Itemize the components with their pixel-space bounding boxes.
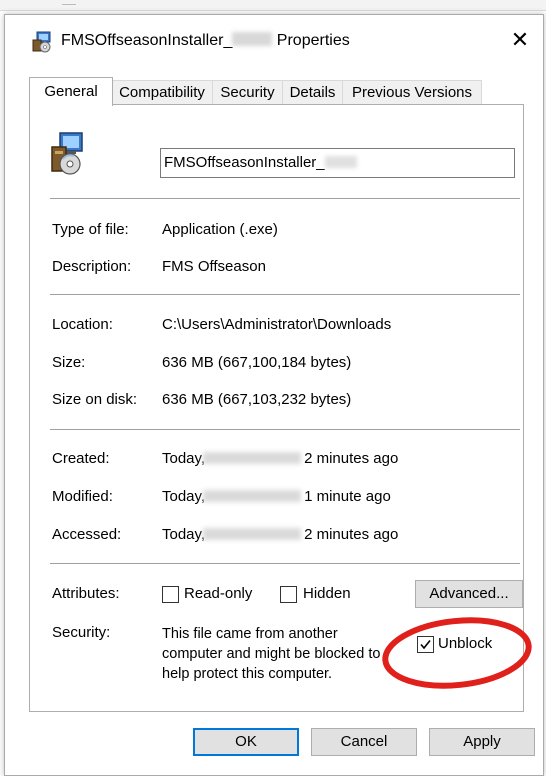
tab-details[interactable]: Details (282, 80, 343, 105)
redacted-date (203, 490, 302, 502)
created-label: Created: (52, 450, 110, 467)
background-decoration (62, 0, 76, 5)
divider (50, 563, 520, 564)
redacted-text (324, 156, 357, 168)
accessed-prefix: Today, (162, 526, 206, 543)
readonly-checkbox[interactable] (162, 586, 179, 603)
filename-text: FMSOffseasonInstaller_ (164, 154, 325, 171)
installer-app-icon (32, 31, 51, 53)
redacted-date (203, 528, 302, 540)
divider (50, 198, 520, 199)
apply-button[interactable]: Apply (429, 728, 535, 756)
background-window-edge (0, 0, 546, 11)
ok-button[interactable]: OK (193, 728, 299, 756)
hidden-checkbox[interactable] (280, 586, 297, 603)
highlight-ellipse-annotation (382, 617, 532, 689)
attributes-label: Attributes: (52, 585, 120, 602)
description-value: FMS Offseason (162, 258, 266, 275)
location-label: Location: (52, 316, 113, 333)
divider (50, 294, 520, 295)
title-filename: FMSOffseasonInstaller_ (61, 32, 233, 49)
close-icon[interactable]: ✕ (505, 27, 535, 53)
location-value: C:\Users\Administrator\Downloads (162, 316, 392, 333)
filename-field[interactable]: FMSOffseasonInstaller_ (160, 148, 515, 178)
hidden-label[interactable]: Hidden (303, 585, 351, 602)
size-on-disk-label: Size on disk: (52, 391, 138, 408)
cancel-button[interactable]: Cancel (311, 728, 417, 756)
tab-security[interactable]: Security (212, 80, 283, 105)
created-value: Today, 2 minutes ago (162, 450, 398, 467)
description-label: Description: (52, 258, 132, 275)
window-title: FMSOffseasonInstaller_ Properties (61, 32, 350, 50)
created-prefix: Today, (162, 450, 206, 467)
tab-compatibility[interactable]: Compatibility (111, 80, 213, 105)
modified-label: Modified: (52, 488, 113, 505)
properties-dialog: FMSOffseasonInstaller_ Properties ✕ Gene… (4, 14, 544, 776)
size-on-disk-value: 636 MB (667,103,232 bytes) (162, 391, 352, 408)
title-properties: Properties (276, 32, 350, 49)
tab-general[interactable]: General (29, 77, 113, 106)
modified-suffix: 1 minute ago (304, 488, 391, 505)
type-of-file-value: Application (.exe) (162, 221, 278, 238)
accessed-label: Accessed: (52, 526, 122, 543)
type-of-file-label: Type of file: (52, 221, 129, 238)
redacted-text (232, 32, 273, 46)
accessed-suffix: 2 minutes ago (304, 526, 399, 543)
size-label: Size: (52, 354, 86, 371)
modified-value: Today, 1 minute ago (162, 488, 391, 505)
created-suffix: 2 minutes ago (304, 450, 399, 467)
advanced-button[interactable]: Advanced... (415, 580, 523, 608)
title-bar[interactable]: FMSOffseasonInstaller_ Properties ✕ (5, 15, 543, 53)
setup-file-icon (51, 132, 83, 175)
tab-previous-versions[interactable]: Previous Versions (342, 80, 482, 105)
modified-prefix: Today, (162, 488, 206, 505)
security-label: Security: (52, 624, 111, 641)
accessed-value: Today, 2 minutes ago (162, 526, 398, 543)
readonly-label[interactable]: Read-only (184, 585, 252, 602)
size-value: 636 MB (667,100,184 bytes) (162, 354, 352, 371)
redacted-date (203, 452, 302, 464)
divider (50, 429, 520, 430)
